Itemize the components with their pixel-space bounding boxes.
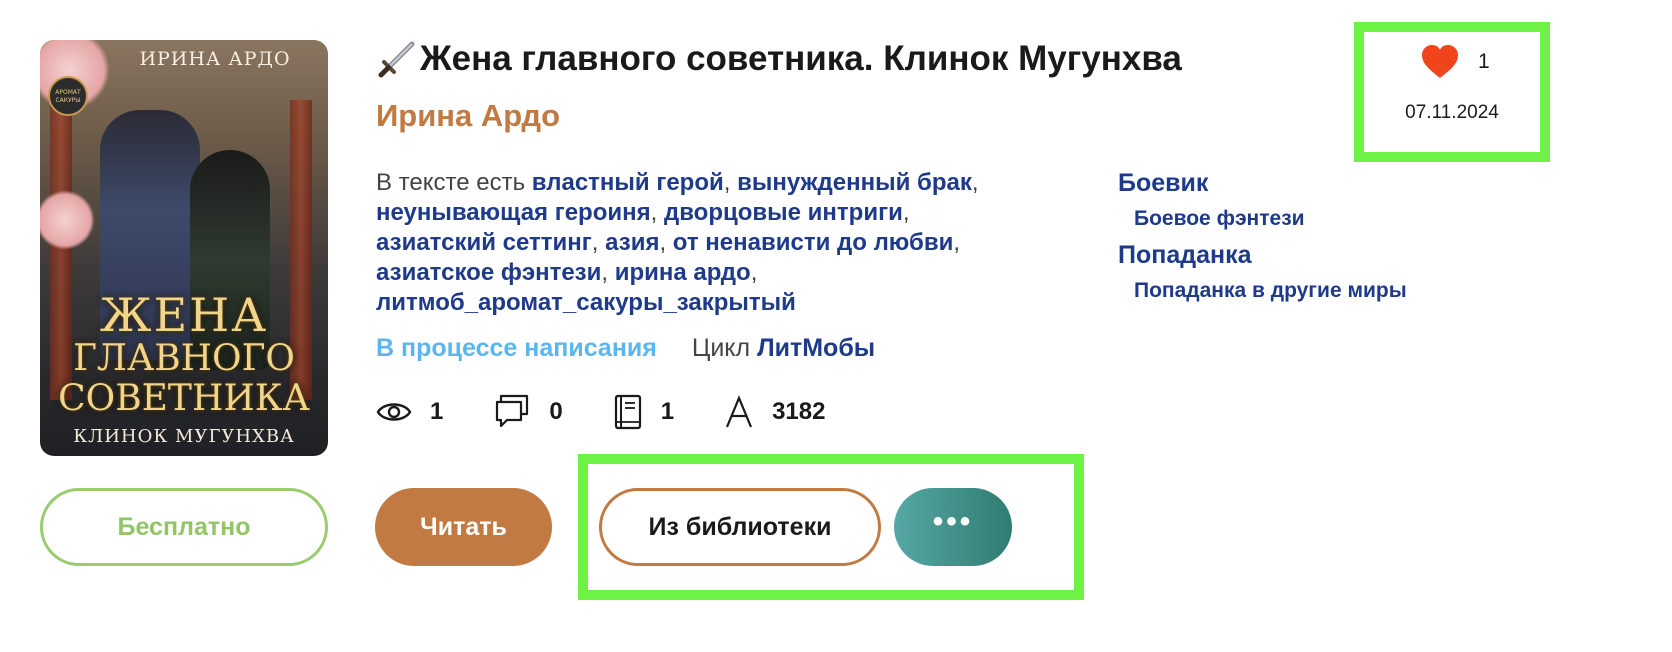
cover-blossom [40,190,95,250]
views-count: 1 [430,398,444,425]
writing-status: В процессе написания [376,334,657,362]
genres-list: Боевик Боевое фэнтези Попаданка Попаданк… [1118,168,1407,312]
comments-stat[interactable]: 0 [493,394,563,430]
tags-list: В тексте есть властный герой, вынужденны… [376,169,979,316]
tag-link[interactable]: азиатский сеттинг [376,229,592,256]
book-title[interactable]: Жена главного советника. Клинок Мугунхва [376,38,1182,80]
sword-icon [378,41,415,78]
views-stat: 1 [376,398,443,426]
more-options-button[interactable]: ••• [894,488,1012,566]
more-dots-icon: ••• [932,505,974,538]
author-link[interactable]: Ирина Ардо [376,98,560,134]
library-count: 1 [660,398,675,425]
heart-icon[interactable] [1420,44,1460,80]
cycle-label: Цикл [691,334,751,362]
tag-link[interactable]: от ненависти до любви [673,229,954,256]
genre-link[interactable]: Боевик [1118,168,1407,198]
like-control[interactable]: 1 [1420,44,1490,80]
book-title-text: Жена главного советника. Клинок Мугунхва [420,39,1182,78]
tag-link[interactable]: неунывающая героиня [376,199,651,226]
book-cover[interactable]: ИРИНА АРДО АРОМАТ САКУРЫ ЖЕНА ГЛАВНОГО С… [40,40,328,456]
tag-link[interactable]: властный герой [532,169,724,196]
tag-link[interactable]: азиатское фэнтези [376,259,601,286]
likes-highlight: 1 07.11.2024 [1354,22,1550,162]
cover-title-line: ГЛАВНОГО [73,338,295,379]
library-stat: 1 [613,394,674,430]
cover-title-line: ЖЕНА [99,288,269,342]
remove-from-library-button[interactable]: Из библиотеки [599,488,881,566]
subgenre-link[interactable]: Попаданка в другие миры [1134,270,1407,312]
subgenre-link[interactable]: Боевое фэнтези [1134,198,1407,240]
read-button[interactable]: Читать [375,488,552,566]
publish-date: 07.11.2024 [1405,102,1499,123]
eye-icon [376,403,412,421]
comments-count: 0 [549,398,563,425]
tag-link[interactable]: литмоб_аромат_сакуры_закрытый [376,289,796,316]
chars-stat: 3182 [724,395,825,429]
cover-badge: АРОМАТ САКУРЫ [48,76,88,116]
genre-link[interactable]: Попаданка [1118,240,1407,270]
likes-count: 1 [1478,50,1490,73]
letter-a-icon [726,395,753,428]
comment-icon [496,394,529,428]
tag-link[interactable]: азия [605,229,659,256]
cover-title-line: СОВЕТНИКА [58,378,310,419]
cover-author: ИРИНА АРДО [139,48,291,70]
tag-link[interactable]: вынужденный брак [737,169,972,196]
book-icon [614,394,641,430]
tag-link[interactable]: дворцовые интриги [664,199,903,226]
chars-count: 3182 [772,398,826,425]
book-stats: 1 0 1 3182 [376,394,875,430]
tags-prefix: В тексте есть [376,169,526,196]
cover-subtitle: КЛИНОК МУГУНХВА [73,426,295,447]
cycle-link[interactable]: ЛитМобы [757,334,875,362]
free-button[interactable]: Бесплатно [40,488,328,566]
tag-link[interactable]: ирина ардо [615,259,751,286]
status-row: В процессе написания Цикл ЛитМобы [376,334,875,363]
